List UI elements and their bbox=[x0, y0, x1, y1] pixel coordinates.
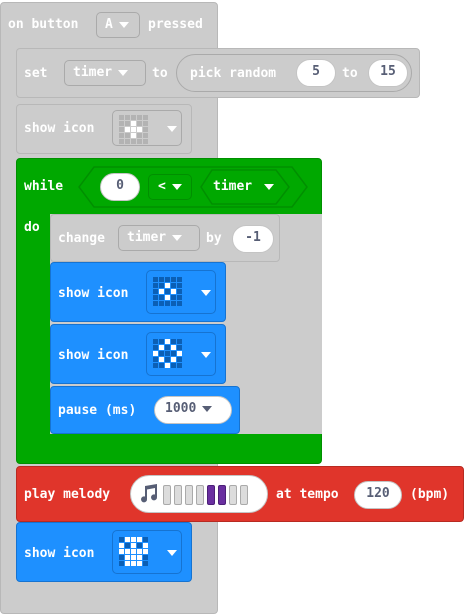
show-icon-label: show icon bbox=[24, 546, 95, 561]
while-label: while bbox=[24, 179, 64, 194]
random-to-label: to bbox=[342, 66, 358, 81]
icon-picker[interactable] bbox=[112, 530, 182, 574]
chevron-down-icon bbox=[167, 550, 177, 556]
to-label: to bbox=[152, 66, 168, 81]
change-variable-dropdown[interactable]: timer bbox=[118, 225, 200, 251]
do-label: do bbox=[24, 220, 40, 235]
change-amount-input[interactable]: -1 bbox=[232, 225, 274, 253]
bpm-label: (bpm) bbox=[410, 487, 450, 502]
button-dropdown[interactable]: A bbox=[96, 12, 140, 38]
pause-label: pause (ms) bbox=[58, 403, 137, 418]
change-label: change bbox=[58, 231, 105, 246]
variable-name: timer bbox=[73, 65, 113, 80]
icon-picker[interactable] bbox=[112, 110, 182, 146]
compare-left-input[interactable]: 0 bbox=[100, 173, 140, 201]
melody-note bbox=[163, 485, 171, 505]
operator-dropdown[interactable]: < bbox=[148, 174, 192, 200]
icon-picker[interactable] bbox=[146, 270, 216, 314]
skull-icon bbox=[119, 537, 148, 566]
melody-note bbox=[218, 485, 226, 505]
show-icon-label: show icon bbox=[58, 286, 129, 301]
small-diamond-icon bbox=[119, 115, 148, 144]
variable-dropdown[interactable]: timer bbox=[64, 60, 146, 86]
melody-note bbox=[207, 485, 215, 505]
random-max-input[interactable]: 15 bbox=[368, 59, 408, 87]
chevron-down-icon bbox=[118, 21, 129, 28]
melody-note bbox=[185, 485, 193, 505]
chevron-down-icon bbox=[167, 126, 177, 132]
operator-value: < bbox=[158, 179, 166, 194]
diamond-icon bbox=[153, 277, 182, 306]
set-label: set bbox=[24, 66, 48, 81]
melody-note bbox=[196, 485, 204, 505]
pause-duration-dropdown[interactable]: 1000 bbox=[154, 396, 232, 424]
tempo-input[interactable]: 120 bbox=[354, 481, 402, 509]
icon-picker[interactable] bbox=[146, 332, 216, 376]
at-tempo-label: at tempo bbox=[276, 487, 339, 502]
melody-note bbox=[229, 485, 237, 505]
pick-random-label: pick random bbox=[190, 66, 277, 81]
random-min-input[interactable]: 5 bbox=[296, 59, 336, 87]
melody-note bbox=[174, 485, 182, 505]
melody-editor[interactable] bbox=[130, 475, 268, 513]
button-value: A bbox=[105, 17, 113, 32]
chevron-down-icon bbox=[172, 234, 183, 241]
chevron-down-icon bbox=[201, 352, 211, 358]
variable-name: timer bbox=[127, 230, 167, 245]
chevron-down-icon bbox=[118, 69, 129, 76]
pause-value: 1000 bbox=[165, 401, 197, 416]
compare-right-label: timer bbox=[213, 179, 253, 194]
by-label: by bbox=[206, 231, 222, 246]
melody-note bbox=[240, 485, 248, 505]
chevron-down-icon bbox=[202, 405, 213, 412]
chevron-down-icon bbox=[264, 184, 274, 190]
show-icon-label: show icon bbox=[24, 121, 95, 136]
play-melody-label: play melody bbox=[24, 487, 111, 502]
show-icon-label: show icon bbox=[58, 348, 129, 363]
event-label: on button bbox=[8, 17, 79, 32]
music-note-icon bbox=[141, 484, 158, 503]
chevron-down-icon bbox=[171, 183, 182, 190]
dropdown-caret bbox=[264, 184, 274, 190]
chevron-down-icon bbox=[201, 290, 211, 296]
event-suffix: pressed bbox=[148, 17, 203, 32]
large-diamond-icon bbox=[153, 339, 182, 368]
